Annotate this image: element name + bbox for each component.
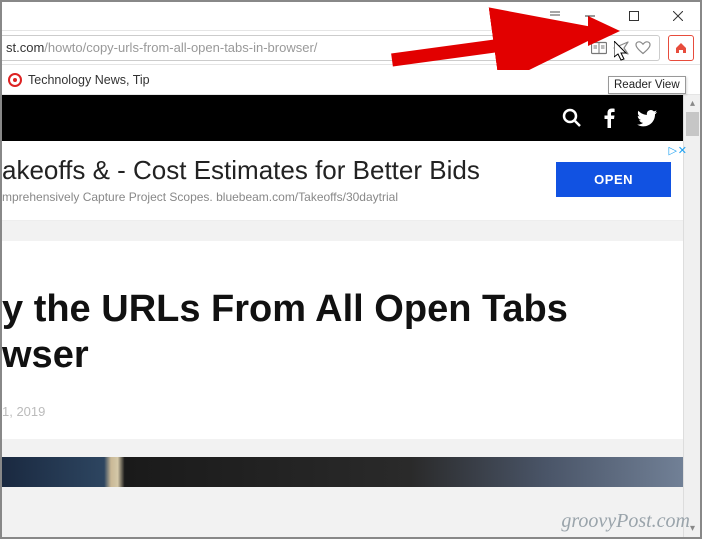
favicon-icon — [8, 73, 22, 87]
close-button[interactable] — [656, 2, 700, 31]
vertical-scrollbar[interactable]: ▴ ▾ — [683, 95, 700, 537]
maximize-button[interactable] — [612, 2, 656, 31]
reader-view-tooltip: Reader View — [608, 76, 686, 94]
url-input[interactable]: st.com/howto/copy-urls-from-all-open-tab… — [2, 35, 660, 61]
url-text: st.com/howto/copy-urls-from-all-open-tab… — [6, 40, 587, 55]
mouse-cursor — [614, 41, 632, 63]
scroll-thumb[interactable] — [686, 112, 699, 136]
bookmark-label: Technology News, Tip — [28, 73, 150, 87]
article-body: y the URLs From All Open Tabs wser 1, 20… — [2, 241, 683, 439]
article-date: 1, 2019 — [2, 404, 663, 419]
heart-icon[interactable] — [633, 38, 653, 58]
address-bar: st.com/howto/copy-urls-from-all-open-tab… — [2, 31, 700, 65]
article-title: y the URLs From All Open Tabs wser — [2, 287, 663, 378]
watermark: groovyPost.com — [561, 510, 690, 533]
ad-close-icon[interactable]: ✕ — [678, 144, 687, 157]
adchoices-icon[interactable]: ▷ — [669, 144, 677, 157]
minimize-button[interactable] — [568, 2, 612, 31]
ad-title: akeoffs & - Cost Estimates for Better Bi… — [2, 155, 480, 186]
bookmark-item[interactable]: Technology News, Tip — [2, 69, 156, 91]
bookmarks-bar: Technology News, Tip — [2, 65, 700, 95]
facebook-icon[interactable] — [604, 108, 615, 128]
hero-image — [2, 457, 683, 487]
search-icon[interactable] — [562, 108, 582, 128]
panel-toggle-icon[interactable] — [542, 10, 568, 23]
ad-open-button[interactable]: OPEN — [556, 162, 671, 197]
twitter-icon[interactable] — [637, 110, 657, 127]
window-titlebar — [2, 2, 700, 31]
reader-view-icon[interactable] — [589, 38, 609, 58]
home-button[interactable] — [668, 35, 694, 61]
ad-subtitle: mprehensively Capture Project Scopes. bl… — [2, 190, 480, 204]
ad-banner[interactable]: ▷ ✕ akeoffs & - Cost Estimates for Bette… — [2, 141, 683, 214]
page-content: ▴ ▾ ▷ ✕ akeoffs & - Cost Estimates for B… — [2, 95, 700, 537]
ad-container: ▷ ✕ akeoffs & - Cost Estimates for Bette… — [2, 141, 683, 221]
scroll-up-icon[interactable]: ▴ — [684, 95, 700, 112]
site-header — [2, 95, 683, 141]
